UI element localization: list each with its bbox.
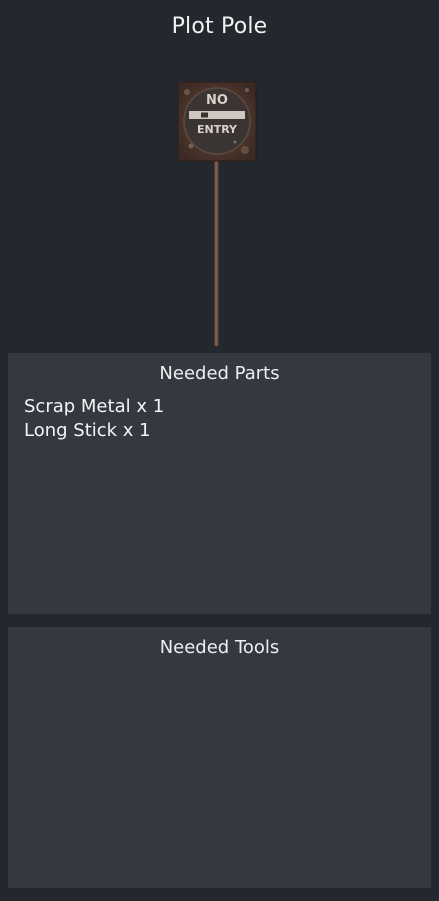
needed-parts-header: Needed Parts (159, 363, 280, 384)
part-item: Long Stick x 1 (24, 420, 151, 441)
sign-text-bottom: ENTRY (197, 123, 238, 136)
sign-text-top: NO (206, 93, 228, 108)
needed-tools-panel: Needed Tools (8, 627, 431, 888)
item-title: Plot Pole (171, 14, 268, 39)
needed-tools-header: Needed Tools (159, 637, 280, 658)
needed-parts-list: Scrap Metal x 1 Long Stick x 1 (24, 395, 164, 443)
needed-parts-panel: Needed Parts Scrap Metal x 1 Long Stick … (8, 353, 431, 614)
part-item: Scrap Metal x 1 (24, 396, 165, 417)
plot-pole-preview: NO ENTRY (177, 81, 257, 346)
